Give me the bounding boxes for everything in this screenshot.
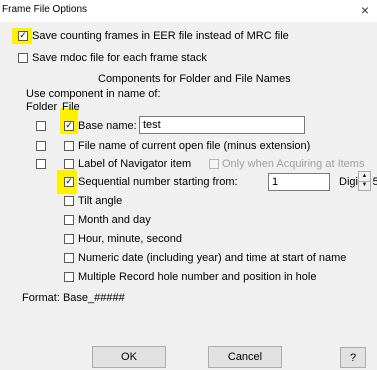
ok-button[interactable]: OK	[92, 346, 166, 368]
navigator-folder-checkbox[interactable]	[36, 159, 46, 169]
folder-column-header: Folder	[26, 101, 58, 113]
spin-down-icon[interactable]: ▼	[359, 181, 370, 190]
help-button[interactable]: ?	[340, 347, 366, 368]
tilt-angle-label: Tilt angle	[78, 195, 123, 207]
current-file-folder-checkbox[interactable]	[36, 141, 46, 151]
save-mdoc-label: Save mdoc file for each frame stack	[32, 52, 207, 64]
use-component-label: Use component in name of:	[26, 88, 161, 100]
only-when-acquiring-checkbox[interactable]	[209, 159, 219, 169]
base-name-input[interactable]: test	[139, 116, 305, 134]
base-name-label: Base name:	[78, 120, 137, 132]
sequential-file-checkbox[interactable]: ✓	[64, 177, 74, 187]
numeric-date-label: Numeric date (including year) and time a…	[78, 252, 347, 264]
components-heading: Components for Folder and File Names	[98, 73, 291, 85]
only-when-acquiring-label: Only when Acquiring at Items	[222, 158, 365, 170]
save-counting-frames-label: Save counting frames in EER file instead…	[32, 30, 289, 42]
save-counting-frames-checkbox[interactable]: ✓	[18, 31, 28, 41]
hms-checkbox[interactable]	[64, 234, 74, 244]
digits-spinner[interactable]: ▲ ▼	[358, 171, 371, 191]
tilt-angle-checkbox[interactable]	[64, 196, 74, 206]
close-icon[interactable]: ×	[361, 2, 369, 18]
window-title: Frame File Options	[2, 4, 88, 15]
month-day-label: Month and day	[78, 214, 151, 226]
multiple-record-label: Multiple Record hole number and position…	[78, 271, 317, 283]
base-name-file-checkbox[interactable]: ✓	[64, 121, 74, 131]
multiple-record-checkbox[interactable]	[64, 272, 74, 282]
base-name-folder-checkbox[interactable]	[36, 121, 46, 131]
current-file-label: File name of current open file (minus ex…	[78, 140, 311, 152]
current-file-file-checkbox[interactable]	[64, 141, 74, 151]
save-mdoc-checkbox[interactable]	[18, 53, 28, 63]
file-column-header: File	[62, 101, 80, 113]
format-text: Format: Base_#####	[22, 292, 125, 304]
hms-label: Hour, minute, second	[78, 233, 182, 245]
sequential-start-input[interactable]: 1	[268, 173, 330, 191]
navigator-file-checkbox[interactable]	[64, 159, 74, 169]
cancel-button[interactable]: Cancel	[208, 346, 282, 368]
navigator-label: Label of Navigator item	[78, 158, 192, 170]
numeric-date-checkbox[interactable]	[64, 253, 74, 263]
month-day-checkbox[interactable]	[64, 215, 74, 225]
sequential-label: Sequential number starting from:	[78, 176, 238, 188]
title-bar: Frame File Options ×	[0, 0, 377, 22]
